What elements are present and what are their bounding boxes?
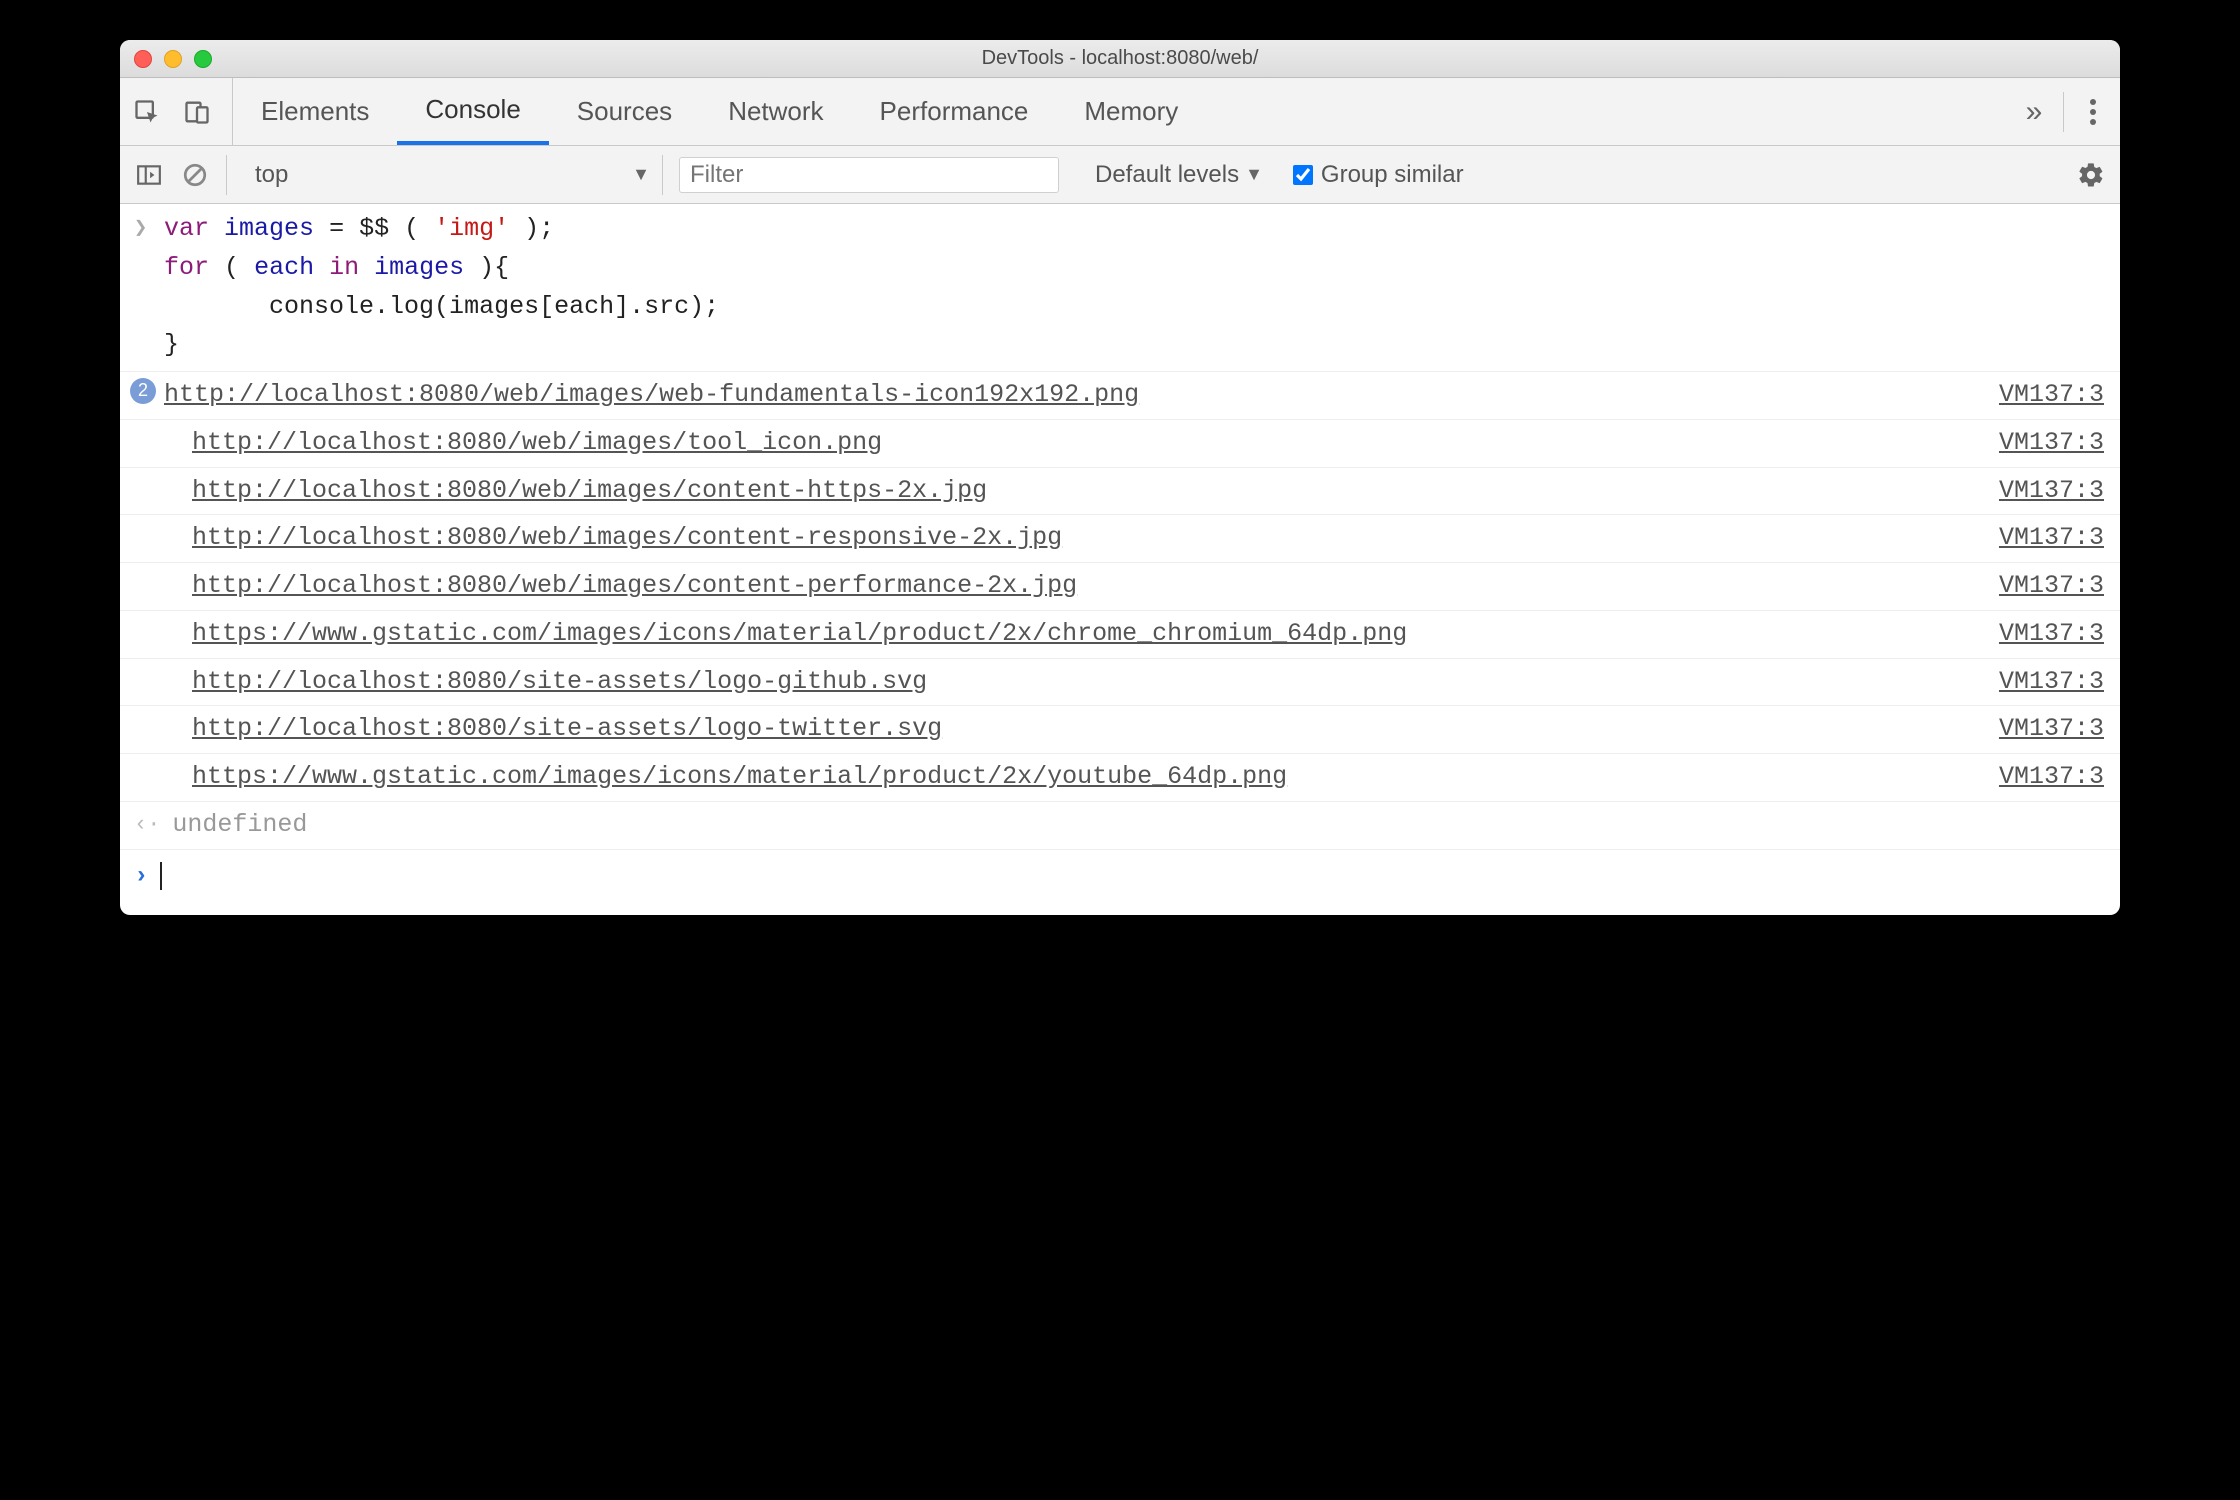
- log-source-link[interactable]: VM137:3: [1999, 663, 2104, 702]
- chevron-down-icon: ▼: [1245, 164, 1263, 185]
- console-log-row: https://www.gstatic.com/images/icons/mat…: [120, 611, 2120, 659]
- window-controls: [134, 50, 212, 68]
- log-levels-label: Default levels: [1095, 161, 1239, 189]
- inspect-element-icon[interactable]: [132, 97, 162, 127]
- console-toolbar: top ▼ Default levels ▼ Group similar: [120, 146, 2120, 204]
- log-source-link[interactable]: VM137:3: [1999, 567, 2104, 606]
- group-similar-label: Group similar: [1321, 161, 1464, 189]
- tab-elements[interactable]: Elements: [233, 78, 397, 145]
- log-source-link[interactable]: VM137:3: [1999, 519, 2104, 558]
- tab-network[interactable]: Network: [700, 78, 851, 145]
- console-log-row: https://www.gstatic.com/images/icons/mat…: [120, 754, 2120, 802]
- log-source-link[interactable]: VM137:3: [1999, 376, 2104, 415]
- console-prompt[interactable]: ›: [120, 850, 2120, 915]
- log-url-link[interactable]: https://www.gstatic.com/images/icons/mat…: [192, 615, 1407, 654]
- device-toolbar-icon[interactable]: [182, 97, 212, 127]
- console-log-row: http://localhost:8080/web/images/content…: [120, 468, 2120, 516]
- console-sidebar-toggle-icon[interactable]: [134, 160, 164, 190]
- log-url-link[interactable]: https://www.gstatic.com/images/icons/mat…: [192, 758, 1287, 797]
- tab-console[interactable]: Console: [397, 78, 548, 145]
- execution-context-selector[interactable]: top ▼: [243, 155, 663, 195]
- clear-console-icon[interactable]: [180, 160, 210, 190]
- log-source-link[interactable]: VM137:3: [1999, 424, 2104, 463]
- minimize-window-button[interactable]: [164, 50, 182, 68]
- group-similar-toggle[interactable]: Group similar: [1293, 161, 1464, 189]
- more-tabs-icon[interactable]: »: [2019, 97, 2049, 127]
- log-url-link[interactable]: http://localhost:8080/site-assets/logo-t…: [192, 710, 942, 749]
- tab-sources[interactable]: Sources: [549, 78, 700, 145]
- chevron-down-icon: ▼: [632, 164, 650, 185]
- console-log-row: http://localhost:8080/site-assets/logo-t…: [120, 706, 2120, 754]
- console-input-echo: ❯ var images = $$ ( 'img' ); for ( each: [120, 204, 2120, 372]
- console-output: ❯ var images = $$ ( 'img' ); for ( each: [120, 204, 2120, 915]
- log-url-link[interactable]: http://localhost:8080/web/images/web-fun…: [164, 376, 1139, 415]
- kebab-menu-icon[interactable]: [2078, 97, 2108, 127]
- log-url-link[interactable]: http://localhost:8080/web/images/content…: [192, 519, 1062, 558]
- zoom-window-button[interactable]: [194, 50, 212, 68]
- console-log-row: http://localhost:8080/web/images/content…: [120, 563, 2120, 611]
- group-similar-checkbox[interactable]: [1293, 165, 1313, 185]
- input-caret-icon: ❯: [134, 212, 147, 246]
- titlebar: DevTools - localhost:8080/web/: [120, 40, 2120, 78]
- log-url-link[interactable]: http://localhost:8080/site-assets/logo-g…: [192, 663, 927, 702]
- log-source-link[interactable]: VM137:3: [1999, 758, 2104, 797]
- console-log-row: http://localhost:8080/web/images/tool_ic…: [120, 420, 2120, 468]
- log-levels-selector[interactable]: Default levels ▼: [1095, 161, 1263, 189]
- close-window-button[interactable]: [134, 50, 152, 68]
- log-count-badge: 2: [130, 378, 156, 404]
- window-title: DevTools - localhost:8080/web/: [982, 47, 1259, 70]
- log-url-link[interactable]: http://localhost:8080/web/images/content…: [192, 472, 987, 511]
- console-log-row: http://localhost:8080/site-assets/logo-g…: [120, 659, 2120, 707]
- console-return-value: ‹· undefined: [120, 802, 2120, 850]
- tab-memory[interactable]: Memory: [1056, 78, 1206, 145]
- return-caret-icon: ‹·: [134, 808, 160, 842]
- log-source-link[interactable]: VM137:3: [1999, 710, 2104, 749]
- panel-tabs: Elements Console Sources Network Perform…: [120, 78, 2120, 146]
- log-source-link[interactable]: VM137:3: [1999, 615, 2104, 654]
- console-settings-icon[interactable]: [2076, 160, 2106, 190]
- filter-input[interactable]: [679, 157, 1059, 193]
- execution-context-label: top: [255, 161, 288, 189]
- log-url-link[interactable]: http://localhost:8080/web/images/content…: [192, 567, 1077, 606]
- log-url-link[interactable]: http://localhost:8080/web/images/tool_ic…: [192, 424, 882, 463]
- text-cursor: [160, 862, 162, 890]
- console-log-row: 2 http://localhost:8080/web/images/web-fu…: [120, 372, 2120, 420]
- devtools-window: DevTools - localhost:8080/web/ Elements …: [120, 40, 2120, 915]
- tab-performance[interactable]: Performance: [852, 78, 1057, 145]
- prompt-caret-icon: ›: [134, 858, 148, 895]
- console-log-row: http://localhost:8080/web/images/content…: [120, 515, 2120, 563]
- log-source-link[interactable]: VM137:3: [1999, 472, 2104, 511]
